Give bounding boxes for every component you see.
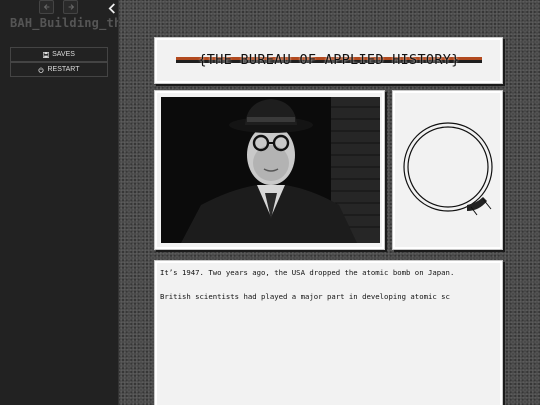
arrow-right-icon: [68, 4, 74, 10]
portrait-photo: [161, 97, 380, 243]
story-title: BAH_Building_the: [10, 16, 118, 30]
saves-button[interactable]: SAVES: [10, 47, 108, 62]
floppy-disk-icon: [43, 51, 50, 58]
restart-label: RESTART: [47, 66, 80, 73]
power-icon: [38, 66, 45, 73]
story-paragraph: It’s 1947. Two years ago, the USA droppe…: [160, 268, 455, 277]
sidebar: BAH_Building_the SAVES RESTART: [0, 0, 119, 405]
arrow-left-icon: [43, 4, 49, 10]
forward-button[interactable]: [63, 0, 78, 14]
saves-label: SAVES: [52, 51, 75, 58]
photo-panel: [154, 90, 385, 250]
header-panel: {THE BUREAU OF APPLIED HISTORY}: [154, 37, 503, 84]
story-panel: It’s 1947. Two years ago, the USA droppe…: [154, 260, 503, 405]
restart-button[interactable]: RESTART: [10, 62, 108, 77]
emblem-panel: [392, 90, 503, 250]
banner: {THE BUREAU OF APPLIED HISTORY}: [176, 52, 482, 68]
sidebar-collapse-button[interactable]: [106, 1, 118, 15]
banner-title: {THE BUREAU OF APPLIED HISTORY}: [198, 52, 460, 68]
chevron-left-icon: [108, 2, 115, 14]
story-paragraph: British scientists had played a major pa…: [160, 292, 450, 301]
back-button[interactable]: [39, 0, 54, 14]
ouroboros-icon: [403, 122, 493, 216]
